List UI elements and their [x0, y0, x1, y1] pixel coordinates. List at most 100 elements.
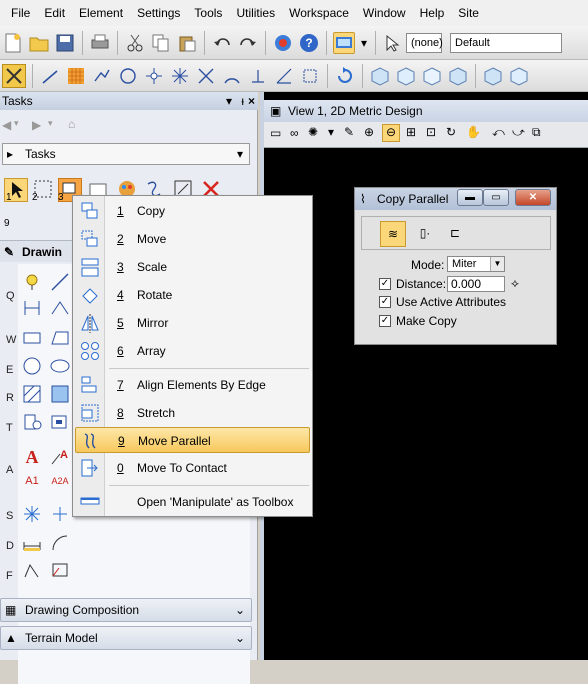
- circle-tool-icon[interactable]: [117, 65, 139, 87]
- menu-item-stretch[interactable]: 8 Stretch: [75, 400, 310, 426]
- text-increment-icon[interactable]: A2A: [48, 468, 72, 492]
- menu-item-copy[interactable]: 1 Copy: [75, 198, 310, 224]
- globe-icon[interactable]: [272, 32, 294, 54]
- hatch-icon[interactable]: [20, 382, 44, 406]
- menu-item-rotate[interactable]: 4 Rotate: [75, 282, 310, 308]
- pattern-icon[interactable]: [65, 65, 87, 87]
- distance-input[interactable]: 0.000: [447, 276, 505, 292]
- close-icon[interactable]: ×: [248, 92, 255, 110]
- redo-icon[interactable]: [237, 32, 259, 54]
- update-view-icon[interactable]: ✎: [344, 125, 354, 139]
- through-point-mode-icon[interactable]: ▯·: [412, 221, 438, 247]
- maximize-button[interactable]: ▭: [483, 189, 509, 206]
- section-terrain-model[interactable]: ▲ Terrain Model ⌄: [0, 626, 252, 650]
- place-point-icon[interactable]: [20, 270, 44, 294]
- dimension-arc-icon[interactable]: [48, 530, 72, 554]
- smartline-icon[interactable]: [48, 296, 72, 320]
- undo-icon[interactable]: [211, 32, 233, 54]
- pattern-area-icon[interactable]: [20, 502, 44, 526]
- fence-tool-icon[interactable]: [299, 65, 321, 87]
- minimize-button[interactable]: ▬: [457, 189, 483, 206]
- menu-settings[interactable]: Settings: [130, 0, 187, 26]
- text-node-icon[interactable]: A1: [20, 468, 44, 492]
- menu-element[interactable]: Element: [72, 0, 130, 26]
- menu-tools[interactable]: Tools: [187, 0, 229, 26]
- next-view-icon[interactable]: ⤻: [512, 125, 525, 140]
- style-combo[interactable]: Default: [450, 32, 562, 53]
- cube-icon[interactable]: [482, 65, 504, 87]
- cell-place-icon[interactable]: [20, 558, 44, 582]
- cell-icon[interactable]: [20, 410, 44, 434]
- menu-utilities[interactable]: Utilities: [229, 0, 282, 26]
- menu-item-move-to-contact[interactable]: 0 Move To Contact: [75, 455, 310, 481]
- copy-view-icon[interactable]: ⧉: [532, 125, 541, 140]
- cube-icon[interactable]: [508, 65, 530, 87]
- menu-item-align-elements-by-edge[interactable]: 7 Align Elements By Edge: [75, 372, 310, 398]
- paste-icon[interactable]: [176, 32, 198, 54]
- rotate-view-icon[interactable]: [334, 65, 356, 87]
- fit-view-icon[interactable]: ⊡: [426, 125, 436, 139]
- level-combo[interactable]: (none): [406, 32, 443, 53]
- zoom-out-icon[interactable]: ⊖: [382, 124, 400, 142]
- point-tool-icon[interactable]: [143, 65, 165, 87]
- menu-workspace[interactable]: Workspace: [282, 0, 356, 26]
- lock-distance-icon[interactable]: ⟡: [511, 276, 519, 291]
- star-tool-icon[interactable]: [169, 65, 191, 87]
- previous-view-icon[interactable]: ⤺: [492, 125, 505, 140]
- pin-icon[interactable]: ᵻ: [241, 92, 244, 110]
- dropdown-arrow-icon[interactable]: ▾: [359, 32, 369, 54]
- note-icon[interactable]: A: [48, 444, 72, 468]
- snap-icon[interactable]: [2, 63, 26, 88]
- view-attributes-icon[interactable]: [333, 31, 355, 54]
- dropdown-arrow-icon[interactable]: ▾: [226, 92, 232, 110]
- link-icon[interactable]: ∞: [290, 126, 299, 140]
- use-active-attributes-checkbox[interactable]: ✓: [379, 296, 391, 308]
- menu-file[interactable]: File: [4, 0, 37, 26]
- dialog-title-bar[interactable]: ⌇ Copy Parallel ▬ ▭ ✕: [355, 188, 556, 210]
- pan-view-icon[interactable]: ✋: [466, 125, 481, 139]
- smartline-icon[interactable]: [91, 65, 113, 87]
- cube-icon[interactable]: [447, 65, 469, 87]
- cube-icon[interactable]: [395, 65, 417, 87]
- cube-icon[interactable]: [369, 65, 391, 87]
- help-icon[interactable]: ?: [298, 32, 320, 54]
- mode-select[interactable]: Miter ▼: [447, 256, 505, 272]
- tasks-combo[interactable]: ▸ Tasks ▾: [2, 143, 250, 165]
- line-icon[interactable]: [39, 65, 61, 87]
- print-icon[interactable]: [89, 32, 111, 54]
- menu-window[interactable]: Window: [356, 0, 413, 26]
- dropdown-arrow-icon[interactable]: ▾: [48, 118, 53, 129]
- circle-tool-icon[interactable]: [20, 354, 44, 378]
- dropdown-arrow-icon[interactable]: ▾: [14, 118, 19, 129]
- close-button[interactable]: ✕: [515, 189, 551, 206]
- perpendicular-icon[interactable]: [247, 65, 269, 87]
- back-icon[interactable]: ◀: [2, 118, 11, 132]
- rectangle-icon[interactable]: [20, 326, 44, 350]
- cell-library-icon[interactable]: [48, 410, 72, 434]
- zoom-in-icon[interactable]: ⊕: [364, 125, 374, 139]
- home-icon[interactable]: ⌂: [68, 117, 75, 131]
- intersect-tool-icon[interactable]: [195, 65, 217, 87]
- menu-site[interactable]: Site: [451, 0, 486, 26]
- display-style-icon[interactable]: ✺: [308, 125, 318, 139]
- line-icon[interactable]: [48, 270, 72, 294]
- text-icon[interactable]: A: [20, 444, 44, 468]
- menu-item-mirror[interactable]: 5 Mirror: [75, 310, 310, 336]
- dimension-icon[interactable]: [20, 296, 44, 320]
- arc-tool-icon[interactable]: [221, 65, 243, 87]
- polygon-icon[interactable]: [48, 326, 72, 350]
- new-file-icon[interactable]: [2, 32, 24, 54]
- make-copy-checkbox[interactable]: ✓: [379, 315, 391, 327]
- open-folder-icon[interactable]: [28, 32, 50, 54]
- copy-icon[interactable]: [150, 32, 172, 54]
- offset-mode-icon[interactable]: ⊏: [442, 221, 468, 247]
- cut-icon[interactable]: [124, 32, 146, 54]
- forward-icon[interactable]: ▶: [32, 118, 41, 132]
- menu-edit[interactable]: Edit: [37, 0, 72, 26]
- distance-mode-icon[interactable]: ≋: [380, 221, 406, 247]
- window-area-icon[interactable]: ⊞: [406, 125, 416, 139]
- angle-tool-icon[interactable]: [273, 65, 295, 87]
- crosshatch-icon[interactable]: [48, 382, 72, 406]
- ellipse-icon[interactable]: [48, 354, 72, 378]
- sparkle-icon[interactable]: [48, 502, 72, 526]
